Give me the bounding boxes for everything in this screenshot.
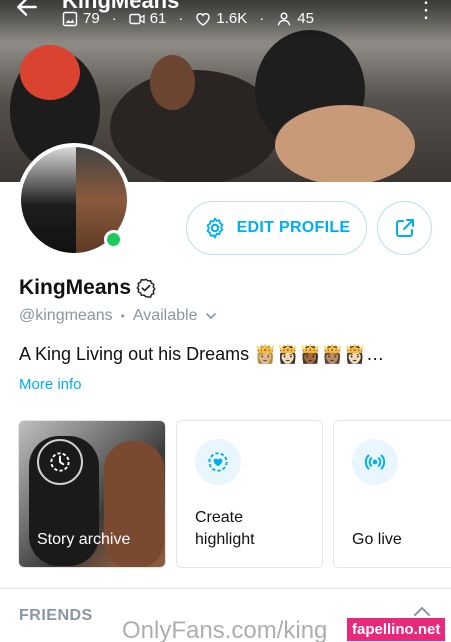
create-highlight-card[interactable]: Create highlight <box>176 420 323 568</box>
more-info-link[interactable]: More info <box>19 376 82 393</box>
story-archive-label: Story archive <box>37 531 131 548</box>
header-stats: 79 · 61 · 1.6K · 45 <box>62 10 314 27</box>
stat-likes-value: 1.6K <box>216 10 248 27</box>
cover-figure <box>275 105 415 182</box>
stat-photos-value: 79 <box>83 10 100 27</box>
cover-figure <box>20 45 80 100</box>
verified-icon <box>136 278 156 298</box>
profile-handle-row: @kingmeans • Available <box>19 307 217 325</box>
live-icon <box>352 439 398 485</box>
profile-name-row: KingMeans <box>19 276 157 300</box>
share-icon <box>395 219 414 237</box>
share-button[interactable] <box>377 201 432 255</box>
handle-separator: • <box>120 309 125 323</box>
create-highlight-line1: Create <box>195 509 244 526</box>
stat-photos: 79 <box>62 10 100 27</box>
story-archive-card[interactable]: Story archive <box>18 420 166 568</box>
stat-separator: · <box>111 10 117 27</box>
section-divider <box>0 588 451 589</box>
edit-profile-label: EDIT PROFILE <box>236 219 351 236</box>
stat-videos: 61 <box>128 10 167 27</box>
create-highlight-line2: highlight <box>195 531 255 548</box>
history-icon <box>37 439 83 485</box>
stat-separator: · <box>178 10 184 27</box>
cover-figure <box>150 55 195 110</box>
back-arrow-icon[interactable] <box>14 0 40 25</box>
stat-fans: 45 <box>276 10 314 27</box>
more-options-icon[interactable]: ⋮ <box>415 0 437 21</box>
fans-icon <box>278 12 291 26</box>
go-live-card[interactable]: Go live <box>333 420 451 568</box>
stat-separator: · <box>259 10 265 27</box>
watermark-badge: fapellino.net <box>347 618 446 641</box>
chevron-down-icon[interactable] <box>205 310 217 322</box>
gear-icon <box>206 217 223 239</box>
go-live-label: Go live <box>352 531 402 548</box>
stat-videos-value: 61 <box>149 10 167 27</box>
stat-likes: 1.6K <box>195 10 247 27</box>
edit-profile-button[interactable]: EDIT PROFILE <box>186 201 367 255</box>
create-highlight-label: Create highlight <box>195 507 255 551</box>
stat-fans-value: 45 <box>297 10 314 27</box>
highlight-icon <box>195 439 241 485</box>
profile-name: KingMeans <box>19 276 132 299</box>
avatar-photo-left <box>21 147 76 253</box>
watermark-text: OnlyFans.com/king <box>122 617 328 642</box>
video-icon <box>128 13 145 24</box>
profile-bio: A King Living out his Dreams 👸🏼👸🏻👸🏾👸🏽👸🏻… <box>19 344 385 364</box>
profile-handle: @kingmeans <box>19 307 113 324</box>
online-status-dot <box>104 230 123 249</box>
friends-section-title: FRIENDS <box>19 607 93 624</box>
heart-icon <box>196 12 211 26</box>
image-icon <box>62 11 78 26</box>
availability-status[interactable]: Available <box>133 307 198 325</box>
